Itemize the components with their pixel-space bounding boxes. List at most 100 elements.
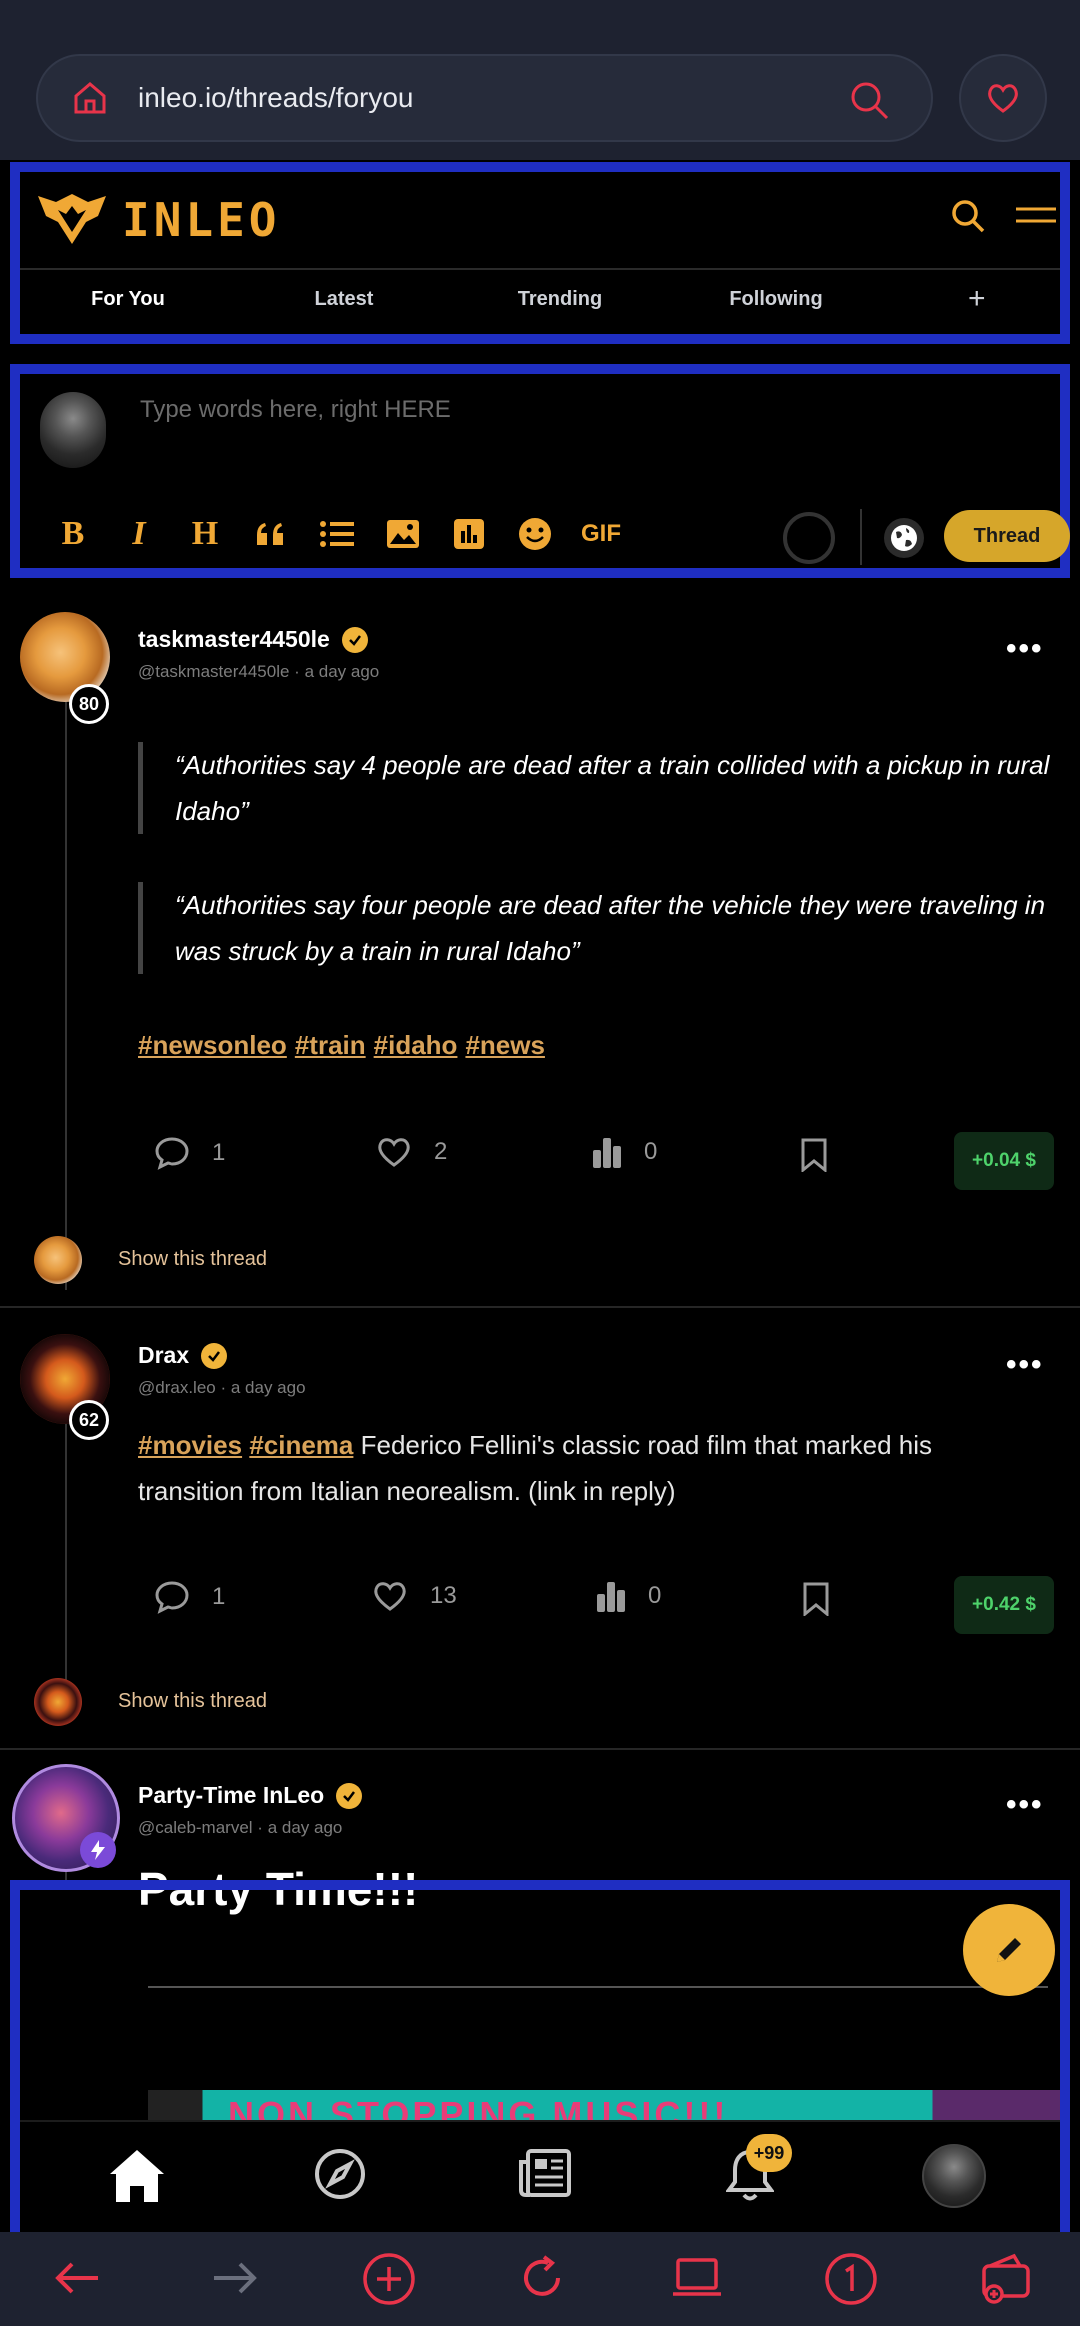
notification-badge: +99 <box>746 2134 792 2172</box>
app-header: INLEO For You Latest Trending Following … <box>10 162 1070 344</box>
composer-input[interactable]: Type words here, right HERE <box>140 396 451 424</box>
image-icon <box>387 520 419 548</box>
author-handle[interactable]: @drax.leo <box>138 1378 216 1397</box>
show-thread-link[interactable]: Show this thread <box>118 1248 267 1271</box>
more-options-icon[interactable]: ••• <box>1006 1348 1044 1382</box>
author-name-text[interactable]: taskmaster4450le <box>138 626 330 653</box>
globe-icon[interactable] <box>884 518 924 558</box>
earnings-badge[interactable]: +0.42 $ <box>954 1576 1054 1634</box>
author-name-text[interactable]: Party-Time InLeo <box>138 1782 324 1809</box>
show-thread-link[interactable]: Show this thread <box>118 1690 267 1713</box>
inleo-logo[interactable]: INLEO <box>36 192 280 248</box>
browser-toolbar: inleo.io/threads/foryou <box>0 0 1080 160</box>
quote-button[interactable] <box>238 514 304 554</box>
nav-explore[interactable] <box>314 2148 366 2205</box>
like-button[interactable]: 2 <box>376 1136 447 1168</box>
nav-notifications[interactable]: +99 <box>725 2134 792 2209</box>
poll-button[interactable] <box>436 514 502 554</box>
tab-bar: +99 <box>20 2120 1060 2232</box>
verified-icon <box>201 1342 228 1369</box>
tab-trending[interactable]: Trending <box>452 288 668 311</box>
show-thread-row[interactable]: Show this thread <box>0 1222 1080 1302</box>
like-button[interactable]: 13 <box>372 1580 457 1612</box>
author-handle[interactable]: @taskmaster4450le <box>138 662 289 681</box>
tab-for-you[interactable]: For You <box>20 288 236 311</box>
bookmark-icon[interactable] <box>802 1582 830 1616</box>
reputation-badge: 62 <box>69 1400 109 1440</box>
more-options-icon[interactable]: ••• <box>1006 1788 1044 1822</box>
heading-button[interactable]: H <box>172 514 238 554</box>
search-icon[interactable] <box>847 78 891 122</box>
list-button[interactable] <box>304 514 370 554</box>
thread-post: Party-Time InLeo @caleb-marvel · a day a… <box>0 1750 1080 1880</box>
like-count: 2 <box>434 1138 448 1165</box>
image-button[interactable] <box>370 514 436 554</box>
thread-post: 80 taskmaster4450le @taskmaster4450le · … <box>0 590 1080 1310</box>
tab-latest[interactable]: Latest <box>236 288 452 311</box>
search-icon[interactable] <box>950 198 986 234</box>
show-thread-row[interactable]: Show this thread <box>0 1664 1080 1744</box>
author-name[interactable]: Party-Time InLeo <box>138 1782 363 1809</box>
tabs-count-icon[interactable] <box>824 2252 878 2306</box>
home-icon[interactable] <box>70 78 110 118</box>
back-arrow-icon[interactable] <box>54 2258 102 2298</box>
forward-arrow-icon[interactable] <box>210 2258 258 2298</box>
globe-shape <box>891 525 917 551</box>
more-options-icon[interactable]: ••• <box>1006 632 1044 666</box>
comment-button[interactable]: 1 <box>154 1136 225 1170</box>
new-tab-icon[interactable] <box>362 2252 416 2306</box>
nav-news[interactable] <box>518 2148 572 2203</box>
thread-line <box>65 700 67 1290</box>
hashtag-link[interactable]: #idaho <box>374 1030 458 1060</box>
author-name[interactable]: Drax <box>138 1342 228 1369</box>
bar-chart-icon <box>597 1582 625 1612</box>
author-handle[interactable]: @caleb-marvel <box>138 1818 253 1837</box>
hashtag-link[interactable]: #news <box>465 1030 545 1060</box>
bar-chart-icon <box>593 1138 621 1168</box>
gif-button[interactable]: GIF <box>568 514 634 554</box>
hashtag-link[interactable]: #movies <box>138 1430 242 1460</box>
hashtag-link[interactable]: #newsonleo <box>138 1030 287 1060</box>
pencil-icon <box>997 1938 1021 1962</box>
compass-icon <box>315 2149 365 2199</box>
hashtag-link[interactable]: #cinema <box>249 1430 353 1460</box>
reload-icon[interactable] <box>518 2254 566 2302</box>
tab-following[interactable]: Following <box>668 288 884 311</box>
nav-profile[interactable] <box>922 2144 986 2208</box>
comment-button[interactable]: 1 <box>154 1580 225 1614</box>
favorite-button[interactable] <box>959 54 1047 142</box>
heart-icon <box>378 1138 410 1167</box>
bookmark-icon[interactable] <box>800 1138 828 1172</box>
composer-toolbar: B I H GIF <box>40 514 634 554</box>
compose-fab[interactable] <box>963 1904 1055 1996</box>
author-name[interactable]: taskmaster4450le <box>138 626 368 653</box>
lightning-badge <box>80 1832 116 1868</box>
add-tab-button[interactable]: + <box>968 282 986 316</box>
post-meta: @taskmaster4450le · a day ago <box>138 662 379 682</box>
hashtag-link[interactable]: #train <box>295 1030 366 1060</box>
poll-icon <box>454 519 484 549</box>
post-time: a day ago <box>230 1378 306 1397</box>
post-thread-button[interactable]: Thread <box>944 510 1070 562</box>
comment-count: 1 <box>212 1139 226 1166</box>
address-bar[interactable]: inleo.io/threads/foryou <box>36 54 933 142</box>
emoji-button[interactable] <box>502 514 568 554</box>
italic-button[interactable]: I <box>106 514 172 554</box>
menu-icon[interactable] <box>1016 204 1056 228</box>
comment-icon <box>155 1581 189 1614</box>
bold-button[interactable]: B <box>40 514 106 554</box>
nav-home[interactable] <box>108 2148 166 2209</box>
earnings-badge[interactable]: +0.04 $ <box>954 1132 1054 1190</box>
address-url[interactable]: inleo.io/threads/foryou <box>138 82 414 114</box>
post-banner-image[interactable]: NON STOPPING MUSIC!!! <box>148 2090 1060 2122</box>
desktop-mode-icon[interactable] <box>672 2256 722 2300</box>
author-name-text[interactable]: Drax <box>138 1342 189 1369</box>
views-stat: 0 <box>596 1580 661 1612</box>
post-actions: 1 2 0 +0.04 $ <box>154 1132 1064 1190</box>
thread-composer: Type words here, right HERE B I H GIF Th… <box>10 364 1070 578</box>
avatar[interactable] <box>40 392 106 468</box>
emoji-icon <box>519 518 551 550</box>
meta-separator: · <box>252 1818 268 1837</box>
wallet-icon[interactable] <box>980 2252 1034 2304</box>
heart-icon <box>988 84 1018 113</box>
